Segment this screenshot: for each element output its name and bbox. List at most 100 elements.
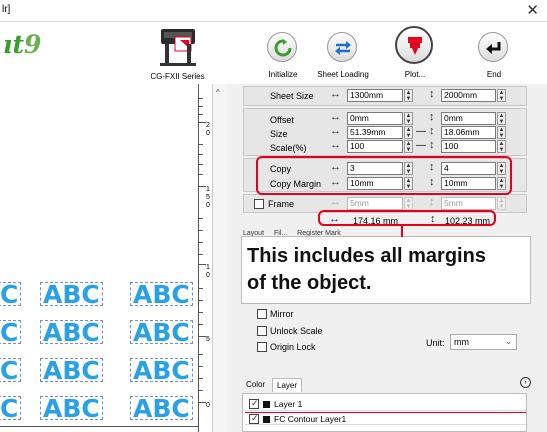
toolbar: ıt9 CG-FXII Series Initialize Sheet Load… [0, 22, 547, 84]
scale-x-field[interactable]: 100 [347, 140, 403, 153]
device-label: CG-FXII Series [150, 72, 205, 81]
vertical-ruler: 2 0 1 5 0 1 0 5 0 [198, 84, 212, 432]
frame-checkbox[interactable] [254, 199, 264, 209]
device-selector[interactable]: CG-FXII Series [145, 26, 210, 82]
offset-label: Offset [270, 115, 294, 125]
end-label: End [486, 70, 502, 79]
sheet-width-field[interactable]: 1300mm [347, 89, 403, 102]
totals-highlight [318, 210, 496, 226]
copy-object[interactable]: C [0, 396, 22, 421]
horizontal-arrow-icon: ↔ [330, 111, 341, 123]
copy-object[interactable]: ABC [130, 396, 193, 421]
callout-pointer [401, 225, 403, 237]
chevron-down-icon: ⌄ [505, 337, 512, 346]
horizontal-arrow-icon: ↔ [330, 125, 341, 137]
size-x-spinner[interactable]: ▲ ▼ [404, 126, 413, 139]
window-title: lr] [2, 4, 11, 15]
copy-object[interactable]: C [0, 320, 22, 345]
copy-object[interactable]: ABC [130, 358, 193, 383]
copy-object[interactable]: ABC [130, 282, 193, 307]
horizontal-arrow-icon: ↔ [330, 139, 341, 151]
return-icon [486, 42, 501, 54]
title-bar: lr] ✕ [0, 0, 547, 22]
end-button[interactable]: End [464, 32, 524, 82]
origin-lock-label: Origin Lock [270, 342, 316, 352]
layer-visible-checkbox[interactable] [249, 398, 259, 409]
sheet-loading-button[interactable]: Sheet Loading [313, 32, 373, 82]
initialize-label: Initialize [268, 70, 298, 79]
ruler-label: 0 [206, 402, 210, 409]
horizontal-arrow-icon: ↔ [330, 196, 341, 208]
copy-object[interactable]: ABC [40, 282, 103, 307]
layout-canvas[interactable]: C ABC ABC C ABC ABC C ABC ABC C ABC ABC [0, 84, 212, 432]
plotter-icon [160, 29, 196, 66]
plot-button[interactable]: Plot... [385, 26, 445, 82]
size-y-field[interactable]: 18.06mm [441, 126, 496, 139]
more-options-icon[interactable]: › [520, 377, 531, 388]
sheet-height-spinner[interactable]: ▲ ▼ [497, 89, 506, 102]
offset-y-spinner[interactable]: ▲ ▼ [497, 112, 506, 125]
unlock-scale-label: Unlock Scale [270, 326, 323, 336]
callout-line-1: This includes all margins [247, 245, 486, 267]
scale-y-spinner[interactable]: ▲ ▼ [497, 140, 506, 153]
origin-lock-checkbox[interactable] [257, 342, 267, 352]
layer-name: FC Contour Layer1 [274, 414, 347, 424]
canvas-scrollbar[interactable]: ^ [212, 84, 227, 432]
frame-x-spinner[interactable]: ▲ ▼ [404, 197, 413, 210]
link-icon[interactable]: — [416, 140, 426, 151]
size-y-spinner[interactable]: ▲ ▼ [497, 126, 506, 139]
offset-x-spinner[interactable]: ▲ ▼ [404, 112, 413, 125]
offset-y-field[interactable]: 0mm [441, 112, 496, 125]
scroll-up-icon[interactable]: ^ [216, 88, 220, 97]
ruler-label: 0 [206, 202, 210, 209]
copy-object[interactable]: C [0, 358, 22, 383]
copy-highlight [256, 156, 512, 195]
copy-object[interactable]: ABC [130, 320, 193, 345]
ruler-label: 1 [206, 264, 210, 271]
copy-object[interactable]: C [0, 282, 22, 307]
vertical-arrow-icon: ↕ [429, 196, 435, 208]
layer-row[interactable]: Layer 1 [245, 398, 526, 411]
vertical-arrow-icon: ↕ [429, 139, 435, 151]
sheet-size-label: Sheet Size [270, 91, 314, 101]
size-x-field[interactable]: 51.39mm [347, 126, 403, 139]
ruler-label: 0 [206, 130, 210, 137]
transform-section: Offset ↔ 0mm ▲ ▼ ↕ 0mm ▲ ▼ Size ↔ 51.39mm … [243, 108, 527, 156]
sheet-height-field[interactable]: 2000mm [441, 89, 496, 102]
unit-select[interactable]: mm ⌄ [450, 334, 517, 350]
initialize-button[interactable]: Initialize [253, 32, 313, 82]
annotation-callout: This includes all margins of the object. [241, 236, 531, 304]
link-icon[interactable]: — [416, 126, 426, 137]
frame-y-field[interactable]: 5mm [441, 197, 496, 210]
unit-value: mm [454, 337, 469, 347]
frame-y-spinner[interactable]: ▲ ▼ [497, 197, 506, 210]
horizontal-ruler [0, 426, 212, 432]
close-icon[interactable]: ✕ [526, 1, 539, 19]
copy-object[interactable]: ABC [40, 396, 103, 421]
plot-label: Plot... [404, 70, 426, 79]
ruler-label: 2 [206, 122, 210, 129]
layer-visible-checkbox[interactable] [249, 413, 259, 424]
layer-list: Layer 1 FC Contour Layer1 [242, 393, 527, 432]
offset-x-field[interactable]: 0mm [347, 112, 403, 125]
copy-object[interactable]: ABC [40, 358, 103, 383]
ruler-label: 1 [206, 186, 210, 193]
mirror-checkbox[interactable] [257, 309, 267, 319]
copy-object[interactable]: ABC [40, 320, 103, 345]
plot-icon [408, 37, 422, 55]
scale-x-spinner[interactable]: ▲ ▼ [404, 140, 413, 153]
sheet-size-section: Sheet Size ↔ 1300mm ▲ ▼ ↕ 2000mm ▲ ▼ [243, 86, 527, 106]
tab-layer[interactable]: Layer [272, 378, 303, 392]
layer-panel-tabs: Color Layer [242, 378, 532, 392]
tab-color[interactable]: Color [242, 378, 269, 392]
layer-row[interactable]: FC Contour Layer1 [245, 412, 526, 425]
horizontal-arrow-icon: ↔ [330, 88, 341, 100]
mirror-label: Mirror [270, 309, 294, 319]
app-logo: ıt9 [3, 30, 42, 59]
frame-x-field[interactable]: 5mm [347, 197, 403, 210]
unit-label: Unit: [426, 338, 445, 348]
unlock-scale-checkbox[interactable] [257, 326, 267, 336]
scale-y-field[interactable]: 100 [441, 140, 496, 153]
scale-label: Scale(%) [270, 143, 307, 153]
sheet-width-spinner[interactable]: ▲ ▼ [404, 89, 413, 102]
